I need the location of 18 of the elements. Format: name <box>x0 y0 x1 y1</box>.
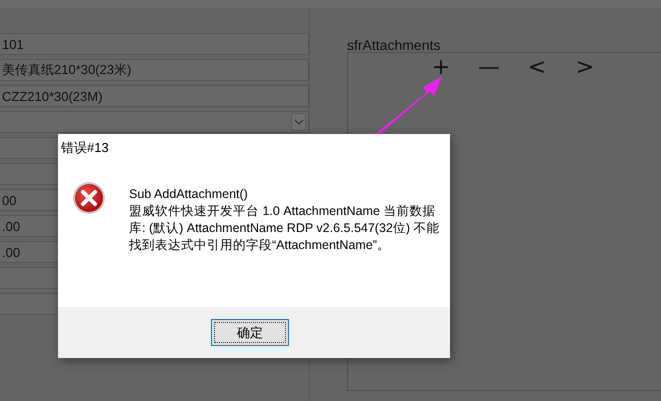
text-field[interactable]: CZZ210*30(23M) <box>0 85 309 107</box>
error-message: 库: (默认) AttachmentName RDP v2.6.5.547(32位) 不能 <box>129 220 440 237</box>
toolbar-button[interactable]: < <box>524 55 550 80</box>
dialog-title: 错误#13 <box>61 140 109 155</box>
error-message: 找到表达式中引用的字段“AttachmentName”。 <box>129 237 391 254</box>
text-field[interactable] <box>0 111 309 133</box>
dropdown-button[interactable] <box>291 113 306 131</box>
subform-label: sfrAttachments <box>347 37 442 52</box>
error-message: 盟威软件快速开发平台 1.0 AttachmentName 当前数据 <box>129 203 436 220</box>
ok-button[interactable]: 确定 <box>211 319 289 346</box>
text-field[interactable]: 101 <box>0 33 309 55</box>
chevron-down-icon <box>294 119 304 125</box>
text-field[interactable]: 美传真纸210*30(23米) <box>0 59 309 81</box>
error-icon <box>72 181 106 215</box>
toolbar-button[interactable]: — <box>476 55 502 80</box>
toolbar-button[interactable]: > <box>572 55 598 80</box>
toolbar-button[interactable]: + <box>428 55 454 80</box>
error-message: Sub AddAttachment() <box>129 186 249 203</box>
